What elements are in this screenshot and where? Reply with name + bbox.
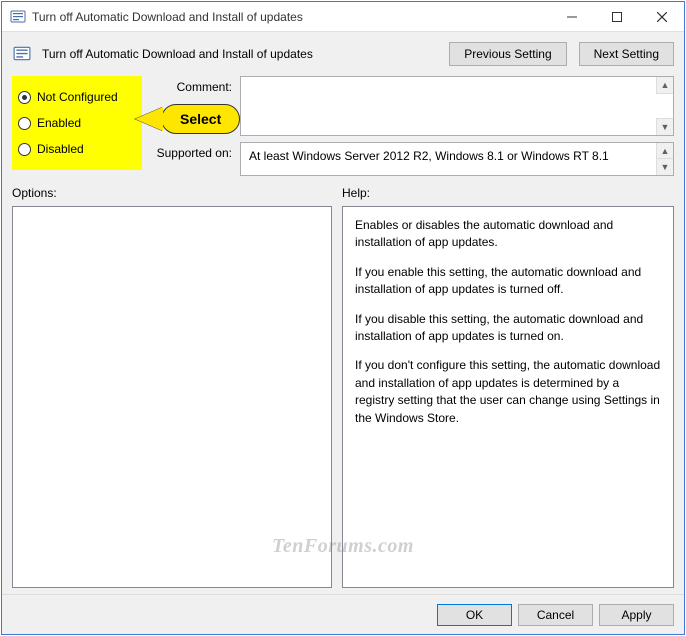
radio-label: Disabled: [37, 142, 84, 156]
options-column: Options:: [12, 186, 332, 588]
minimize-button[interactable]: [549, 2, 594, 31]
policy-icon: [12, 44, 32, 64]
help-text: If you don't configure this setting, the…: [355, 357, 661, 427]
callout-text: Select: [161, 104, 240, 134]
cancel-button[interactable]: Cancel: [518, 604, 593, 626]
state-radio-group: Not Configured Enabled Disabled: [12, 76, 142, 170]
next-setting-button[interactable]: Next Setting: [579, 42, 674, 66]
help-column: Help: Enables or disables the automatic …: [342, 186, 674, 588]
help-label: Help:: [342, 186, 674, 200]
lower-panels: Options: Help: Enables or disables the a…: [12, 186, 674, 588]
footer: OK Cancel Apply: [2, 594, 684, 634]
help-text: If you enable this setting, the automati…: [355, 264, 661, 299]
annotation-callout: Select: [135, 104, 240, 134]
comment-textbox[interactable]: ▲ ▼: [240, 76, 674, 136]
header-row: Turn off Automatic Download and Install …: [12, 42, 674, 66]
ok-button[interactable]: OK: [437, 604, 512, 626]
maximize-button[interactable]: [594, 2, 639, 31]
comment-label: Comment:: [142, 76, 232, 94]
radio-icon: [18, 91, 31, 104]
scroll-up-icon[interactable]: ▲: [656, 77, 673, 94]
supported-value: At least Windows Server 2012 R2, Windows…: [249, 149, 609, 163]
config-row: Not Configured Enabled Disabled Comment:…: [12, 76, 674, 176]
radio-icon: [18, 143, 31, 156]
dialog-window: Turn off Automatic Download and Install …: [1, 1, 685, 635]
supported-label: Supported on:: [142, 142, 232, 160]
help-text: Enables or disables the automatic downlo…: [355, 217, 661, 252]
radio-enabled[interactable]: Enabled: [18, 110, 132, 136]
options-label: Options:: [12, 186, 332, 200]
options-panel[interactable]: [12, 206, 332, 588]
radio-not-configured[interactable]: Not Configured: [18, 84, 132, 110]
scroll-down-icon[interactable]: ▼: [656, 158, 673, 175]
radio-icon: [18, 117, 31, 130]
radio-label: Not Configured: [37, 90, 118, 104]
arrow-left-icon: [135, 107, 163, 131]
supported-textbox: At least Windows Server 2012 R2, Windows…: [240, 142, 674, 176]
window-controls: [549, 2, 684, 31]
help-text: If you disable this setting, the automat…: [355, 311, 661, 346]
content-area: Turn off Automatic Download and Install …: [2, 32, 684, 594]
scroll-down-icon[interactable]: ▼: [656, 118, 673, 135]
titlebar: Turn off Automatic Download and Install …: [2, 2, 684, 32]
radio-label: Enabled: [37, 116, 81, 130]
close-button[interactable]: [639, 2, 684, 31]
apply-button[interactable]: Apply: [599, 604, 674, 626]
policy-icon: [10, 9, 26, 25]
radio-disabled[interactable]: Disabled: [18, 136, 132, 162]
supported-row: Supported on: At least Windows Server 20…: [142, 142, 674, 176]
window-title: Turn off Automatic Download and Install …: [32, 10, 549, 24]
help-panel[interactable]: Enables or disables the automatic downlo…: [342, 206, 674, 588]
previous-setting-button[interactable]: Previous Setting: [449, 42, 566, 66]
policy-title: Turn off Automatic Download and Install …: [38, 47, 437, 61]
